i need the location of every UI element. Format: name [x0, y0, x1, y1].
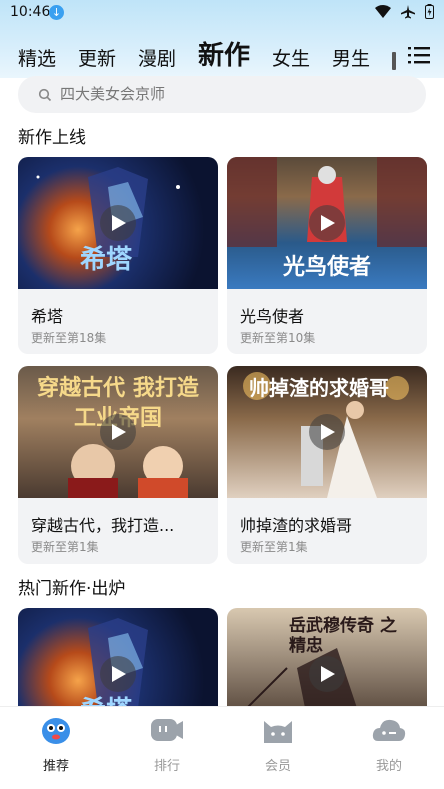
section-title-hot: 热门新作·出炉: [18, 579, 126, 599]
section-title-new: 新作上线: [18, 128, 86, 148]
card-episode-status: 更新至第1集: [240, 540, 308, 554]
drama-card[interactable]: 帅掉渣的求婚哥 帅掉渣的求婚哥 更新至第1集: [227, 366, 427, 564]
menu-icon[interactable]: [408, 46, 430, 64]
status-time: 10:46: [10, 4, 51, 20]
wifi-icon: [375, 4, 391, 23]
card-title: 希塔: [31, 307, 64, 326]
card-title: 穿越古代，我打造...: [31, 516, 175, 535]
card-thumbnail: 希塔: [18, 608, 218, 718]
poster-title: 希塔: [80, 245, 133, 275]
nav-label: 我的: [375, 759, 402, 774]
search-input[interactable]: [60, 82, 400, 106]
tab-manju[interactable]: 漫剧: [138, 44, 176, 71]
tab-nansheng[interactable]: 男生: [332, 44, 370, 71]
card-thumbnail: 希塔: [18, 157, 218, 289]
poster-title: 岳武穆传奇 之精忠: [289, 616, 397, 656]
header: 10:46 ↓ 精选 更新 漫剧 新作 女生 男生: [0, 0, 444, 78]
card-episode-status: 更新至第1集: [31, 540, 99, 554]
card-thumbnail: 穿越古代 我打造工业帝国: [18, 366, 218, 498]
play-icon[interactable]: [309, 656, 345, 692]
nav-vip[interactable]: 会员: [248, 715, 308, 774]
bottom-nav: 推荐 排行 会员 我的: [0, 706, 444, 789]
card-thumbnail: 帅掉渣的求婚哥: [227, 366, 427, 498]
card-episode-status: 更新至第10集: [240, 331, 316, 345]
drama-card[interactable]: 希塔: [18, 608, 218, 718]
play-icon[interactable]: [309, 414, 345, 450]
play-icon[interactable]: [100, 205, 136, 241]
tab-xinzuo[interactable]: 新作: [198, 35, 250, 72]
card-title: 光鸟使者: [240, 307, 305, 326]
nav-profile[interactable]: 我的: [359, 715, 419, 774]
nav-recommend[interactable]: 推荐: [26, 715, 86, 774]
nav-label: 推荐: [42, 759, 69, 774]
nav-label: 会员: [264, 759, 291, 774]
drama-card[interactable]: 光鸟使者 光鸟使者 更新至第10集: [227, 157, 427, 354]
card-thumbnail: 光鸟使者: [227, 157, 427, 289]
battery-icon: [425, 4, 434, 23]
drama-card[interactable]: 岳武穆传奇 之精忠: [227, 608, 427, 718]
play-icon[interactable]: [100, 656, 136, 692]
status-bar: 10:46 ↓: [0, 0, 444, 26]
tab-gengxin[interactable]: 更新: [78, 44, 116, 71]
recommend-mascot-icon: [39, 715, 73, 745]
profile-cloud-icon: [372, 715, 406, 745]
search-bar[interactable]: [18, 76, 426, 113]
drama-card[interactable]: 希塔 希塔 更新至第18集: [18, 157, 218, 354]
ranking-icon: [150, 715, 184, 745]
drama-card[interactable]: 穿越古代 我打造工业帝国 穿越古代，我打造... 更新至第1集: [18, 366, 218, 564]
nav-label: 排行: [153, 759, 180, 774]
category-tabs: 精选 更新 漫剧 新作 女生 男生: [0, 32, 444, 76]
play-icon[interactable]: [100, 414, 136, 450]
download-icon: ↓: [49, 5, 64, 20]
poster-title: 光鸟使者: [283, 255, 372, 280]
play-icon[interactable]: [309, 205, 345, 241]
tab-nvsheng[interactable]: 女生: [272, 44, 310, 71]
vip-cat-icon: [261, 715, 295, 745]
card-thumbnail: 岳武穆传奇 之精忠: [227, 608, 427, 718]
tab-jingxuan[interactable]: 精选: [18, 44, 56, 71]
tab-overflow-indicator: [392, 52, 396, 70]
card-episode-status: 更新至第18集: [31, 331, 107, 345]
nav-ranking[interactable]: 排行: [137, 715, 197, 774]
poster-title: 帅掉渣的求婚哥: [249, 376, 389, 400]
search-icon: [38, 87, 52, 102]
airplane-icon: [401, 4, 415, 23]
card-title: 帅掉渣的求婚哥: [240, 516, 353, 535]
